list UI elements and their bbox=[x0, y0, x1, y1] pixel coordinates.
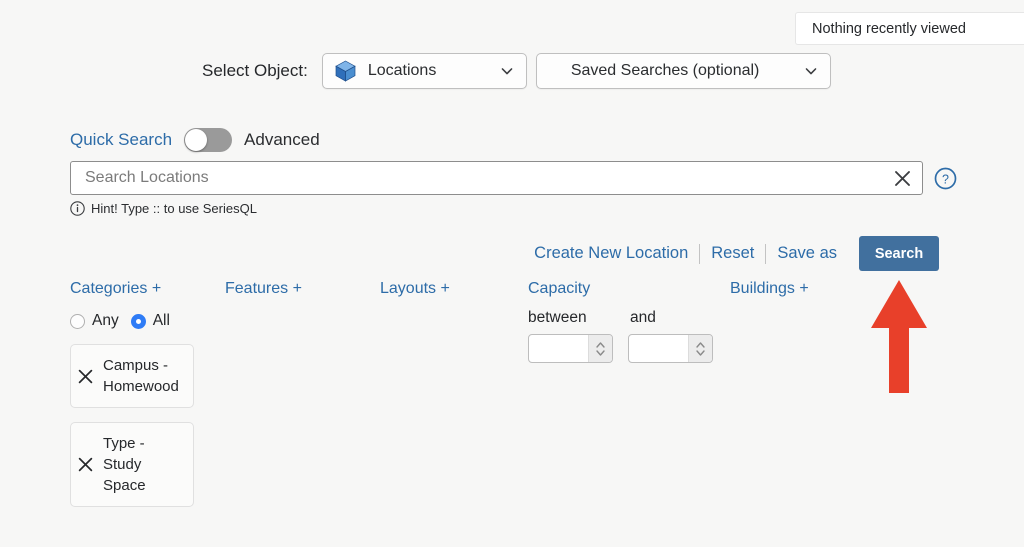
hint-text: Hint! Type :: to use SeriesQL bbox=[91, 201, 257, 216]
close-x-icon[interactable] bbox=[77, 368, 94, 385]
buildings-heading[interactable]: Buildings + bbox=[730, 280, 860, 298]
seriesql-hint: Hint! Type :: to use SeriesQL bbox=[70, 201, 257, 216]
close-x-icon[interactable] bbox=[77, 456, 94, 473]
capacity-labels: between and bbox=[528, 309, 748, 327]
capacity-between-label: between bbox=[528, 309, 587, 326]
capacity-and-label: and bbox=[630, 309, 656, 326]
categories-heading[interactable]: Categories + bbox=[70, 280, 220, 298]
object-type-value: Locations bbox=[367, 62, 437, 79]
filter-columns: Categories + Any All Campus - Homewood T… bbox=[70, 280, 950, 520]
filter-chip-label: Campus - Homewood bbox=[103, 357, 179, 395]
filter-chip[interactable]: Type - Study Space bbox=[70, 422, 194, 507]
categories-match-mode: Any All bbox=[70, 312, 220, 330]
info-circle-icon bbox=[70, 201, 85, 216]
search-mode-switch[interactable] bbox=[184, 128, 233, 152]
capacity-heading: Capacity bbox=[528, 280, 591, 297]
capacity-inputs bbox=[528, 334, 748, 363]
search-actions: Create New Location Reset Save as Search bbox=[523, 236, 939, 271]
search-row: Search Locations ? bbox=[70, 161, 957, 195]
capacity-min-input[interactable] bbox=[529, 335, 588, 362]
question-circle-icon[interactable]: ? bbox=[934, 167, 957, 190]
layouts-heading[interactable]: Layouts + bbox=[380, 280, 490, 298]
close-x-icon[interactable] bbox=[893, 169, 912, 188]
capacity-column: Capacity between and bbox=[528, 280, 748, 363]
saved-searches-dropdown[interactable]: Saved Searches (optional) bbox=[535, 53, 831, 89]
saved-searches-value: Saved Searches (optional) bbox=[570, 62, 760, 79]
search-input[interactable]: Search Locations bbox=[85, 169, 893, 187]
search-mode-toggle-row: Quick Search Advanced bbox=[70, 128, 320, 152]
reset-link[interactable]: Reset bbox=[700, 244, 765, 263]
radio-all-label[interactable]: All bbox=[153, 312, 170, 330]
categories-column: Categories + Any All Campus - Homewood T… bbox=[70, 280, 220, 507]
switch-knob bbox=[185, 129, 208, 151]
filter-chip-label: Type - Study Space bbox=[103, 435, 146, 494]
radio-any-label[interactable]: Any bbox=[92, 312, 119, 330]
search-button[interactable]: Search bbox=[859, 236, 939, 271]
select-object-label: Select Object: bbox=[202, 61, 308, 80]
advanced-label[interactable]: Advanced bbox=[244, 130, 320, 150]
search-input-box[interactable]: Search Locations bbox=[70, 161, 923, 195]
capacity-max-input[interactable] bbox=[629, 335, 688, 362]
stepper-arrows-icon[interactable] bbox=[688, 335, 712, 362]
chevron-down-icon bbox=[804, 64, 818, 78]
features-column: Features + bbox=[225, 280, 335, 298]
layouts-column: Layouts + bbox=[380, 280, 490, 298]
save-as-link[interactable]: Save as bbox=[766, 244, 848, 263]
select-object-row: Select Object: Locations Saved Searches … bbox=[0, 53, 831, 89]
features-heading[interactable]: Features + bbox=[225, 280, 335, 298]
svg-text:?: ? bbox=[942, 172, 949, 186]
object-type-dropdown[interactable]: Locations bbox=[321, 53, 527, 89]
stepper-arrows-icon[interactable] bbox=[588, 335, 612, 362]
recently-viewed-text: Nothing recently viewed bbox=[812, 20, 966, 37]
radio-all[interactable] bbox=[130, 313, 146, 329]
filter-chip[interactable]: Campus - Homewood bbox=[70, 344, 194, 408]
buildings-column: Buildings + bbox=[730, 280, 860, 298]
recently-viewed-panel[interactable]: Nothing recently viewed bbox=[795, 12, 1024, 45]
quick-search-label[interactable]: Quick Search bbox=[70, 130, 172, 150]
radio-any[interactable] bbox=[70, 313, 85, 329]
cube-icon bbox=[335, 60, 356, 82]
capacity-max-stepper[interactable] bbox=[628, 334, 713, 363]
capacity-min-stepper[interactable] bbox=[528, 334, 613, 363]
create-new-location-link[interactable]: Create New Location bbox=[523, 244, 699, 263]
chevron-down-icon bbox=[500, 64, 514, 78]
